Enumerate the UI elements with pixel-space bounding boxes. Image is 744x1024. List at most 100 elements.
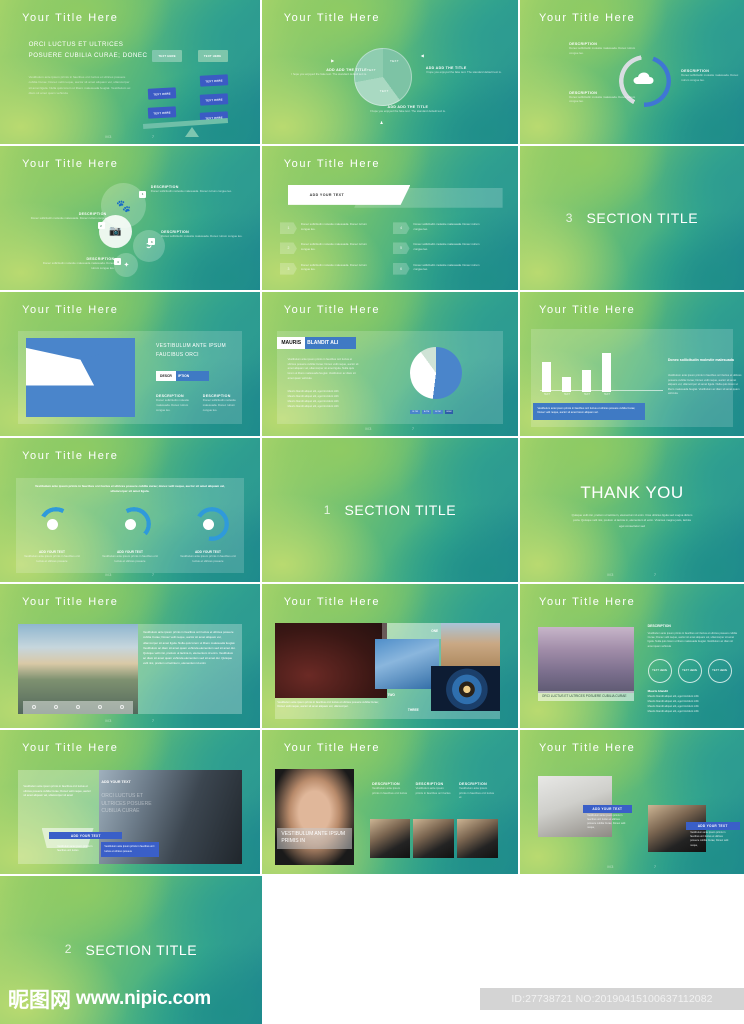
home-icon[interactable] xyxy=(32,705,37,710)
photo-classic-car xyxy=(274,622,388,698)
donut-caption-2: ADD YOUR TEXT Vestibulum ante ipsum prim… xyxy=(99,550,161,564)
footer-left: M3 xyxy=(105,134,112,139)
icon-toolbar[interactable] xyxy=(23,700,133,714)
slide-title: Your Title Here xyxy=(539,741,636,754)
pie-legend: B-TM B-TM B-TM BDM xyxy=(410,410,454,415)
search-icon[interactable] xyxy=(54,705,59,710)
slide-thumbnail-17[interactable]: Your Title Here VESTIBULUM ANTE IPSUM PR… xyxy=(262,730,520,876)
hands-col-2: DESCRIPTION Vestibulum ante ipsum primis… xyxy=(416,782,452,796)
badge-b-label[interactable]: ADD YOUR TEXT xyxy=(685,822,740,831)
list-text: Donec sollicitudin molestie malesuada. D… xyxy=(300,262,367,272)
list-item: 3 Donec sollicitudin molestie malesuada.… xyxy=(279,262,371,275)
thank-you-body: Quisque velit nisi, pretium ut lacinia i… xyxy=(571,512,693,528)
leaf-icon: ✦ xyxy=(123,261,130,269)
circle-text-here-2[interactable]: TEXT HERE xyxy=(677,658,702,683)
left-body: Vestibulum ante ipsum primis in faucibus… xyxy=(23,784,91,798)
slide-title: Your Title Here xyxy=(22,157,119,170)
slide-thumbnail-8[interactable]: Your Title Here MAURIS BLANDIT ALI Vesti… xyxy=(262,292,520,438)
slide-thumbnail-13[interactable]: Your Title Here Vestibulum ante ipsum pr… xyxy=(0,584,262,730)
list-item: 2 Donec sollicitudin molestie malesuada.… xyxy=(279,242,371,255)
tag-three[interactable]: THREE xyxy=(408,708,419,712)
footer-right: 7 xyxy=(151,718,155,723)
slide-thumbnail-9[interactable]: Your Title Here TEXT TEXT TEXT TEXT Vest… xyxy=(520,292,744,438)
slide-body: Vestibulum ante ipsum primis in faucibus… xyxy=(28,74,131,96)
badge-blue-body: Vestibulum ante ipsum primis in faucibus… xyxy=(101,842,159,857)
badge-a-label[interactable]: ADD YOUR TEXT xyxy=(582,804,632,813)
donut-core-2 xyxy=(124,518,136,530)
chip-text-here: TEXT HERE xyxy=(199,74,229,87)
slide-title: Your Title Here xyxy=(539,595,636,608)
circle-text-here-1[interactable]: TEXT HERE xyxy=(647,658,672,683)
slide-thumbnail-19[interactable]: 2 SECTION TITLE 昵图网 www.nipic.com xyxy=(0,876,262,1024)
bubble-num-4: 4 xyxy=(114,258,122,266)
bar-labels: TEXT TEXT TEXT TEXT xyxy=(542,393,611,396)
watermark-url-label: www.nipic.com xyxy=(76,988,211,1009)
footer-right: 7 xyxy=(653,864,657,869)
list-item: 6 Donec sollicitudin molestie malesuada.… xyxy=(392,262,484,275)
slide-thumbnail-11[interactable]: 1 SECTION TITLE xyxy=(262,438,520,584)
section-label: SECTION TITLE xyxy=(85,942,198,958)
slide-thumbnail-1[interactable]: Your Title Here ORCI LUCTUS ET ULTRICES … xyxy=(0,0,262,146)
slide-thumbnail-2[interactable]: Your Title Here TEXT TEXT TEXT ADD ADD T… xyxy=(262,0,520,146)
footer-right: 7 xyxy=(151,134,155,139)
bubble-callout-4: DESCRIPTION Donec sollicitudin molestie … xyxy=(36,257,115,271)
bubble-callout-1: DESCRIPTION Donec sollicitudin molestie … xyxy=(151,185,239,194)
list-number: 3 xyxy=(279,262,297,275)
tag-dark-label: MAURIS xyxy=(277,336,306,349)
slide-thumbnail-6[interactable]: 3 SECTION TITLE xyxy=(520,146,744,292)
section-title-block: 1 SECTION TITLE xyxy=(262,438,518,582)
photo-hands xyxy=(274,768,355,866)
overlay-heading: ORCI LUCTUS ET ULTRICES POSUERE CUBILIA … xyxy=(101,793,152,815)
donut-body: Vestibulum ante ipsum primis in faucibus… xyxy=(24,554,80,564)
slide-thumbnail-10[interactable]: Your Title Here Vestibulum ante ipsum pr… xyxy=(0,438,262,584)
slide-thumbnail-14[interactable]: Your Title Here ONE TWO THREE Vestibulum… xyxy=(262,584,520,730)
callout-body: Donec sollicitudin molestie malesuada. D… xyxy=(161,233,243,238)
slide-thumbnail-5[interactable]: Your Title Here ADD YOUR TEXT 1 Donec so… xyxy=(262,146,520,292)
pie-callout-left: ADD ADD THE TITLE I hope you enjoyed the… xyxy=(290,68,367,77)
user-icon[interactable] xyxy=(75,705,80,710)
section-number: 2 xyxy=(64,942,72,956)
photo-portrait-1 xyxy=(369,819,411,859)
slide-footer: M3 7 xyxy=(520,864,744,869)
slide-footer: M3 7 xyxy=(262,426,518,431)
footer-left: M3 xyxy=(607,572,614,577)
chip-text-here: TEXT HERE xyxy=(147,87,177,100)
slide-thumbnail-18[interactable]: Your Title Here ADD YOUR TEXT Vestibulum… xyxy=(520,730,744,876)
slide-thumbnail-4[interactable]: Your Title Here 🐾 📷 ➲ ✦ 1 2 3 4 DESCRIPT… xyxy=(0,146,262,292)
chart-note: Vestibulum ante ipsum primis in faucibus… xyxy=(533,402,646,420)
donut-body: Vestibulum ante ipsum primis in faucibus… xyxy=(180,554,236,564)
slide-thumbnail-15[interactable]: Your Title Here ORCI LUCTUS ET ULTRICES … xyxy=(520,584,744,730)
section-tag: MAURIS BLANDIT ALI xyxy=(277,336,357,349)
banner-add-your-text[interactable]: ADD YOUR TEXT xyxy=(287,184,411,205)
tag-one[interactable]: ONE xyxy=(382,622,442,639)
slide-heading: ORCI LUCTUS ET ULTRICES POSUERE CUBILIA … xyxy=(28,41,148,60)
badge-b-body: Vestibulum ante ipsum primis in faucibus… xyxy=(690,830,729,847)
list-text: Donec sollicitudin molestie malesuada. D… xyxy=(300,222,367,231)
slide-footer: M3 7 xyxy=(520,572,744,577)
chip-text-here: TEXT HERE xyxy=(152,50,183,63)
circle-text-here-3[interactable]: TEXT HERE xyxy=(707,658,732,683)
slide-thumbnail-16[interactable]: Your Title Here Vestibulum ante ipsum pr… xyxy=(0,730,262,876)
chart-col-1: DESCRIPTION Donec sollicitudin molestie … xyxy=(156,394,195,412)
mail-icon[interactable] xyxy=(97,705,102,710)
side-title: Donec sollicitudin molestie malesuada xyxy=(667,358,734,363)
photo-trees xyxy=(537,627,635,694)
tag-two[interactable]: TWO xyxy=(387,693,394,697)
tab-rest-label: IPTION xyxy=(175,371,210,382)
slide-thumbnail-7[interactable]: Your Title Here VESTIBULUM ANTE IPSUM FA… xyxy=(0,292,262,438)
description-tab[interactable]: DESCR IPTION xyxy=(156,371,210,382)
slide-thumbnail-12[interactable]: THANK YOU Quisque velit nisi, pretium ut… xyxy=(520,438,744,584)
pie-slice-label: TEXT xyxy=(379,89,389,94)
callout-body: I hope you enjoyed the fake text. The st… xyxy=(370,109,446,114)
chart-heading: VESTIBULUM ANTE IPSUM FAUCIBUS ORCI xyxy=(156,343,226,358)
clock-icon[interactable] xyxy=(119,705,124,710)
badge-mid-label[interactable]: ADD YOUR TEXT xyxy=(49,832,123,840)
list-item: 5 Donec sollicitudin molestie malesuada.… xyxy=(392,242,484,255)
photo-portrait-3 xyxy=(456,819,498,859)
bar-label: TEXT xyxy=(583,392,590,396)
bullet-list: Mauris blandit aliquet elit, eget tincid… xyxy=(288,390,365,410)
id-badge: ID:27738721 NO:20190415100637112082 xyxy=(480,988,744,1010)
photo-caption: ORCI LUCTUS ET ULTRICES POSUERE CUBILIA … xyxy=(537,690,635,702)
legend-item: BDM xyxy=(444,410,454,415)
slide-thumbnail-3[interactable]: Your Title Here DESCRIPTION Donec sollic… xyxy=(520,0,744,146)
